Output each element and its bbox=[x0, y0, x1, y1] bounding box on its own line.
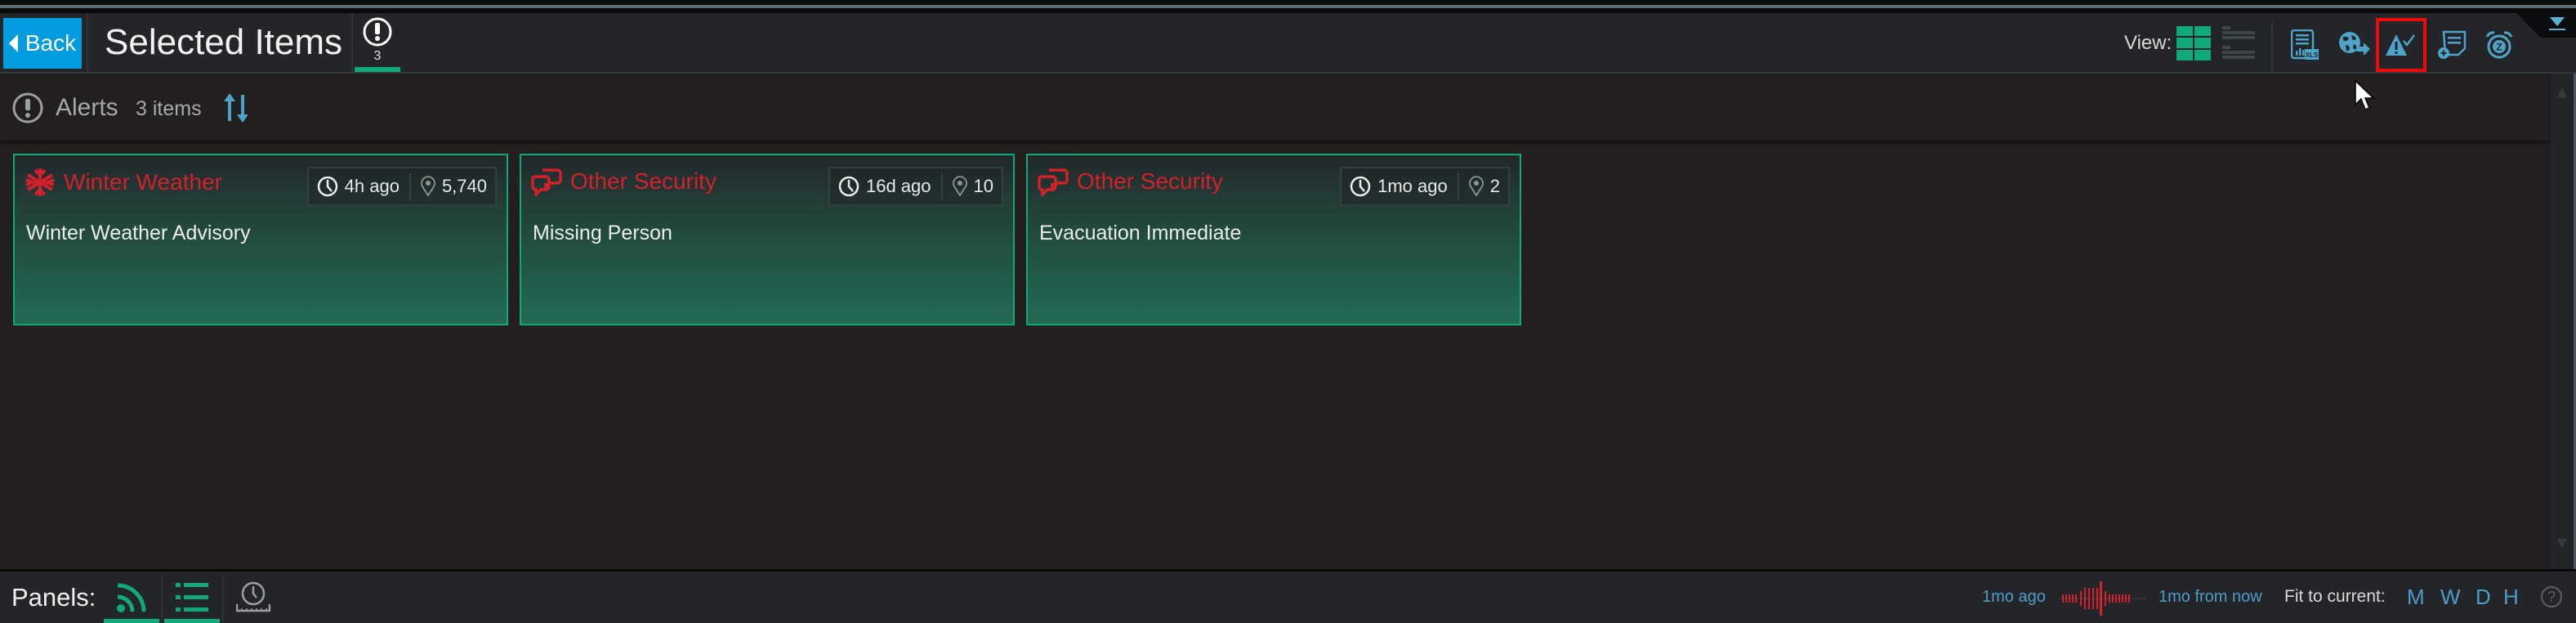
toolbar-divider bbox=[2271, 21, 2273, 72]
export-xls-button[interactable]: XLS bbox=[2284, 25, 2325, 65]
snooze-button[interactable]: Z bbox=[2479, 25, 2520, 65]
timeline-end-label: 1mo from now bbox=[2159, 588, 2262, 606]
fit-month-button[interactable]: M bbox=[2407, 585, 2425, 610]
security-chat-icon bbox=[1038, 168, 1069, 196]
alert-location-count: 5,740 bbox=[441, 176, 487, 196]
header-bar: Back Selected Items 3 View: XLS Z bbox=[0, 13, 2576, 74]
section-header: Alerts 3 items bbox=[0, 75, 2549, 141]
meta-divider bbox=[408, 173, 411, 199]
svg-text:Z: Z bbox=[2496, 42, 2502, 53]
rss-feed-icon bbox=[117, 583, 146, 612]
clock-icon bbox=[838, 176, 859, 197]
help-button[interactable]: ? bbox=[2541, 586, 2562, 607]
location-pin-icon bbox=[1468, 176, 1484, 197]
scroll-down-icon[interactable] bbox=[2557, 539, 2567, 548]
alert-card[interactable]: Winter Weather 4h ago 5,740 Winter Weath… bbox=[13, 154, 508, 325]
alert-category: Other Security bbox=[570, 168, 717, 194]
snooze-alarm-icon: Z bbox=[2485, 31, 2513, 59]
fit-to-current-label: Fit to current: bbox=[2284, 587, 2386, 606]
tab-alerts[interactable]: 3 bbox=[355, 13, 400, 72]
acknowledge-alert-icon bbox=[2386, 34, 2415, 56]
back-button[interactable]: Back bbox=[3, 18, 82, 69]
panels-label: Panels: bbox=[11, 583, 96, 612]
alert-time: 4h ago bbox=[344, 176, 400, 196]
fit-day-button[interactable]: D bbox=[2476, 585, 2491, 610]
alert-category: Other Security bbox=[1077, 168, 1223, 194]
active-tab-indicator bbox=[355, 67, 400, 72]
mouse-cursor-icon bbox=[2355, 80, 2375, 110]
timeline-range-slider[interactable] bbox=[2059, 580, 2145, 617]
svg-text:XLS: XLS bbox=[2306, 52, 2319, 59]
header-divider bbox=[351, 13, 353, 72]
alert-time: 1mo ago bbox=[1377, 176, 1448, 196]
grid-view-icon[interactable] bbox=[2176, 26, 2211, 61]
list-icon bbox=[176, 582, 208, 612]
section-title: Alerts bbox=[56, 94, 118, 121]
alert-meta: 16d ago 10 bbox=[828, 167, 1003, 206]
collapse-down-icon bbox=[2549, 17, 2565, 30]
location-pin-icon bbox=[952, 176, 967, 197]
footer-bar: Panels: 1mo ago 1mo from now Fit to curr… bbox=[0, 569, 2576, 623]
view-label: View: bbox=[2124, 32, 2172, 54]
page-title: Selected Items bbox=[105, 22, 343, 62]
add-note-button[interactable] bbox=[2431, 25, 2472, 65]
panel-divider bbox=[222, 575, 224, 622]
panel-list-button[interactable] bbox=[164, 571, 220, 623]
window-top-strip bbox=[0, 0, 2576, 13]
caret-left-icon bbox=[8, 34, 18, 52]
alert-card-grid: Winter Weather 4h ago 5,740 Winter Weath… bbox=[13, 154, 1521, 325]
location-pin-icon bbox=[421, 176, 435, 197]
acknowledge-alert-button[interactable] bbox=[2376, 18, 2426, 72]
alert-time: 16d ago bbox=[865, 176, 931, 196]
alert-card[interactable]: Other Security 16d ago 10 Missing Person bbox=[520, 154, 1015, 325]
scroll-up-icon[interactable] bbox=[2557, 88, 2567, 97]
panel-divider bbox=[161, 575, 163, 622]
add-note-icon bbox=[2438, 30, 2467, 59]
alert-circle-icon bbox=[363, 17, 392, 47]
export-xls-icon: XLS bbox=[2291, 29, 2319, 60]
alerts-count: 3 bbox=[373, 49, 382, 63]
item-count: 3 items bbox=[136, 97, 202, 120]
meta-divider bbox=[1457, 173, 1459, 199]
clock-icon bbox=[317, 176, 337, 197]
alert-circle-icon bbox=[12, 92, 43, 123]
top-divider bbox=[0, 5, 2576, 8]
alert-card[interactable]: Other Security 1mo ago 2 Evacuation Imme… bbox=[1026, 154, 1521, 325]
fit-week-button[interactable]: W bbox=[2440, 585, 2461, 610]
globe-share-icon bbox=[2339, 32, 2370, 56]
timeline-clock-icon bbox=[236, 581, 270, 612]
alert-description: Winter Weather Advisory bbox=[26, 222, 251, 244]
alert-location-count: 2 bbox=[1489, 176, 1500, 196]
alert-description: Evacuation Immediate bbox=[1039, 222, 1242, 244]
alert-meta: 4h ago 5,740 bbox=[306, 167, 497, 206]
clock-icon bbox=[1350, 176, 1371, 197]
snowflake-icon bbox=[25, 168, 55, 196]
list-view-icon[interactable] bbox=[2222, 26, 2255, 61]
panel-timeline-button[interactable] bbox=[225, 571, 281, 623]
back-label: Back bbox=[25, 30, 77, 56]
panel-feed-button[interactable] bbox=[104, 571, 159, 623]
vertical-scrollbar[interactable] bbox=[2551, 74, 2574, 569]
fit-hour-button[interactable]: H bbox=[2503, 585, 2519, 610]
globe-share-button[interactable] bbox=[2333, 25, 2374, 65]
security-chat-icon bbox=[531, 168, 562, 196]
alert-location-count: 10 bbox=[973, 176, 993, 196]
alert-description: Missing Person bbox=[533, 222, 672, 244]
meta-divider bbox=[940, 173, 943, 199]
sort-icon[interactable] bbox=[222, 92, 250, 124]
header-divider bbox=[87, 13, 88, 72]
timeline-start-label: 1mo ago bbox=[1982, 588, 2046, 606]
alert-category: Winter Weather bbox=[64, 169, 222, 195]
alert-meta: 1mo ago 2 bbox=[1340, 167, 1510, 206]
